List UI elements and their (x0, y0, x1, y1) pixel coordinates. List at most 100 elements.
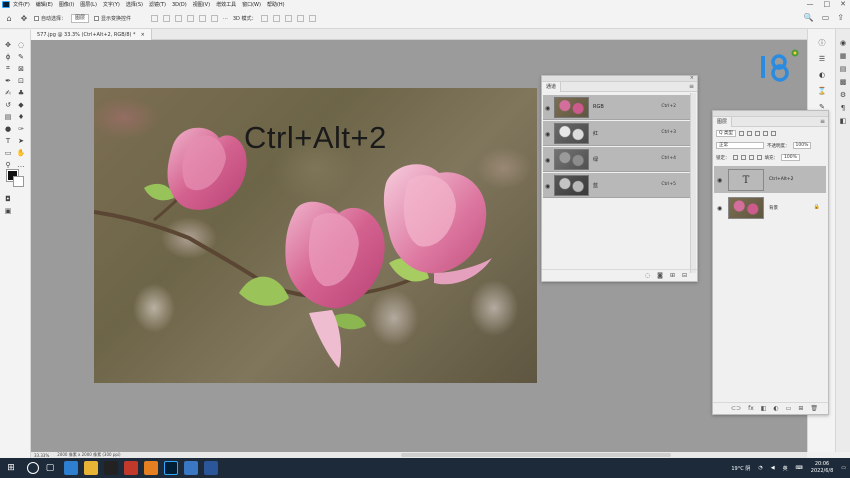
tab-channels[interactable]: 通道 (542, 82, 562, 92)
word-icon[interactable] (204, 461, 218, 475)
hand-tool-icon[interactable]: ✋ (16, 148, 26, 157)
file-explorer-icon[interactable] (84, 461, 98, 475)
menu-plugins[interactable]: 增效工具 (213, 1, 239, 8)
windows-start-icon[interactable]: ⊞ (3, 460, 19, 476)
document-tab-close-icon[interactable]: × (141, 32, 145, 38)
channel-row-rgb[interactable]: ◉ RGB Ctrl+2 (543, 95, 690, 120)
zoom-tool-icon[interactable]: ⚲ (3, 160, 13, 169)
workspace-icon[interactable]: ▭ (822, 13, 830, 22)
menu-3d[interactable]: 3D(D) (169, 2, 190, 8)
stamp-tool-icon[interactable]: ♣ (16, 88, 26, 97)
lock-all-icon[interactable] (756, 155, 762, 160)
auto-select-checkbox[interactable]: 自动选择： (34, 15, 66, 22)
fill-input[interactable]: 100% (781, 154, 800, 161)
history-icon[interactable]: ⌛ (817, 86, 827, 95)
orbit-3d-icon[interactable] (261, 15, 269, 22)
firefox-icon[interactable] (144, 461, 158, 475)
align-top-icon[interactable] (187, 15, 195, 22)
channels-scrollbar[interactable] (690, 93, 696, 273)
delete-channel-icon[interactable]: ⊟ (682, 272, 687, 279)
align-center-icon[interactable] (163, 15, 171, 22)
horizontal-scrollbar[interactable] (401, 453, 671, 457)
brush-tool-icon[interactable]: ✍ (3, 88, 13, 97)
patterns-panel-icon[interactable]: ▩ (838, 77, 848, 86)
clock[interactable]: 20:06 2022/6/8 (811, 461, 833, 475)
auto-select-dropdown[interactable]: 图层 (71, 14, 90, 23)
background-color-swatch[interactable] (13, 176, 24, 187)
channel-row-red[interactable]: ◉ 红 Ctrl+3 (543, 121, 690, 146)
network-icon[interactable]: ◔ (758, 465, 762, 471)
frame-tool-icon[interactable]: ⊠ (16, 64, 26, 73)
volume-icon[interactable]: ◀ (771, 465, 775, 471)
load-selection-icon[interactable]: ◌ (645, 272, 650, 279)
share-icon[interactable]: ⇪ (837, 13, 844, 22)
visibility-eye-icon[interactable]: ◉ (717, 177, 722, 184)
channels-panel-close-icon[interactable]: × (690, 75, 694, 81)
libraries-icon[interactable]: ☰ (817, 54, 827, 63)
patch-tool-icon[interactable]: ⊡ (16, 76, 26, 85)
filter-shape-icon[interactable] (762, 131, 768, 136)
input-language[interactable]: 英 (783, 465, 788, 472)
opacity-input[interactable]: 100% (792, 142, 812, 149)
visibility-eye-icon[interactable]: ◉ (545, 183, 550, 190)
link-layers-icon[interactable]: ⊂⊃ (731, 405, 741, 412)
wps-icon[interactable] (124, 461, 138, 475)
pen-tool-icon[interactable]: ✑ (16, 124, 26, 133)
maximize-button[interactable]: □ (824, 0, 831, 9)
blur-tool-icon[interactable]: ♦ (16, 112, 26, 121)
add-mask-icon[interactable]: ◧ (761, 405, 767, 412)
tab-layers[interactable]: 图层 (713, 117, 733, 127)
close-button[interactable]: ✕ (840, 0, 846, 9)
lock-transparent-icon[interactable] (732, 155, 738, 160)
canvas-text-layer[interactable]: Ctrl+Alt+2 (244, 120, 387, 156)
save-selection-icon[interactable]: ◙ (657, 272, 663, 279)
menu-select[interactable]: 选择(S) (123, 1, 146, 8)
layer-row-text[interactable]: ◉ T Ctrl+Alt+2 (714, 166, 826, 193)
new-channel-icon[interactable]: ⊞ (670, 272, 675, 279)
crop-tool-icon[interactable]: ⌗ (3, 64, 13, 73)
filter-type-icon[interactable] (754, 131, 760, 136)
new-layer-icon[interactable]: ⊞ (798, 405, 803, 412)
capcut-icon[interactable] (104, 461, 118, 475)
learn-icon[interactable]: ⓘ (817, 38, 827, 47)
notification-icon[interactable]: ▭ (841, 465, 846, 471)
visibility-eye-icon[interactable]: ◉ (545, 131, 550, 138)
gradients-panel-icon[interactable]: ▤ (838, 64, 848, 73)
visibility-eye-icon[interactable]: ◉ (545, 157, 550, 164)
marquee-tool-icon[interactable]: ◌ (16, 40, 26, 49)
align-right-icon[interactable] (175, 15, 183, 22)
scale-3d-icon[interactable] (309, 15, 317, 22)
eyedropper-tool-icon[interactable]: ✒ (3, 76, 13, 85)
filter-adjustment-icon[interactable] (746, 131, 752, 136)
filter-pixel-icon[interactable] (738, 131, 744, 136)
quick-select-tool-icon[interactable]: ✎ (16, 52, 26, 61)
search-icon[interactable]: 🔍 (804, 13, 814, 22)
adjustments-icon[interactable]: ◐ (817, 70, 827, 79)
filter-smart-object-icon[interactable] (770, 131, 776, 136)
paragraph-panel-icon[interactable]: ¶ (838, 103, 848, 112)
minimize-button[interactable]: — (807, 0, 814, 9)
channel-row-green[interactable]: ◉ 绿 Ctrl+4 (543, 147, 690, 172)
channels-panel-menu-icon[interactable]: ≡ (689, 83, 694, 90)
visibility-eye-icon[interactable]: ◉ (717, 205, 722, 212)
properties-panel-icon[interactable]: ⚙ (838, 90, 848, 99)
menu-edit[interactable]: 编辑(E) (33, 1, 56, 8)
lasso-tool-icon[interactable]: ϕ (3, 52, 13, 61)
type-tool-icon[interactable]: T (3, 136, 13, 145)
menu-view[interactable]: 视图(V) (190, 1, 213, 8)
adjustment-layer-icon[interactable]: ◐ (773, 405, 778, 412)
layer-style-icon[interactable]: fx (748, 405, 754, 412)
eraser-tool-icon[interactable]: ◆ (16, 100, 26, 109)
delete-layer-icon[interactable]: 🗑 (810, 405, 818, 412)
keyboard-icon[interactable]: ⌨ (796, 465, 803, 471)
move-tool-icon[interactable]: ✥ (19, 14, 29, 24)
layer-kind-filter[interactable]: Q 类型 (716, 130, 736, 137)
zoom-level[interactable]: 33.33% (34, 453, 49, 458)
path-select-tool-icon[interactable]: ➤ (16, 136, 26, 145)
layers-panel-menu-icon[interactable]: ≡ (820, 118, 825, 125)
roll-3d-icon[interactable] (273, 15, 281, 22)
more-tools-icon[interactable]: … (16, 160, 26, 169)
layers-panel-icon[interactable]: ◧ (838, 116, 848, 125)
swatches-panel-icon[interactable]: ▦ (838, 51, 848, 60)
weather-widget[interactable]: 19°C 阴 (731, 465, 750, 472)
